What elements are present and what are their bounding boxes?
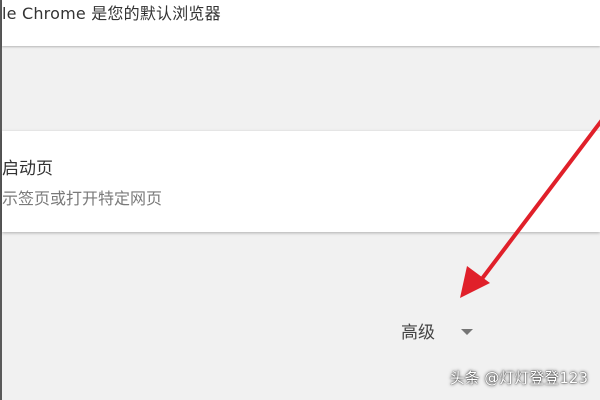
- startup-subtitle: 示签页或打开特定网页: [2, 189, 163, 208]
- startup-title: 启动页: [2, 159, 53, 179]
- arrow-head: [460, 266, 490, 298]
- default-browser-card: le Chrome 是您的默认浏览器: [2, 0, 600, 46]
- caret-down-icon: [461, 328, 473, 335]
- startup-card[interactable]: 启动页 示签页或打开特定网页: [2, 131, 600, 232]
- advanced-settings-toggle[interactable]: 高级: [401, 318, 473, 343]
- advanced-label: 高级: [401, 323, 435, 343]
- watermark-text: 头条 @灯灯登登123: [449, 369, 588, 387]
- default-browser-text: le Chrome 是您的默认浏览器: [2, 4, 221, 23]
- chrome-settings-screen: le Chrome 是您的默认浏览器 启动页 示签页或打开特定网页 高级 头条 …: [0, 0, 600, 400]
